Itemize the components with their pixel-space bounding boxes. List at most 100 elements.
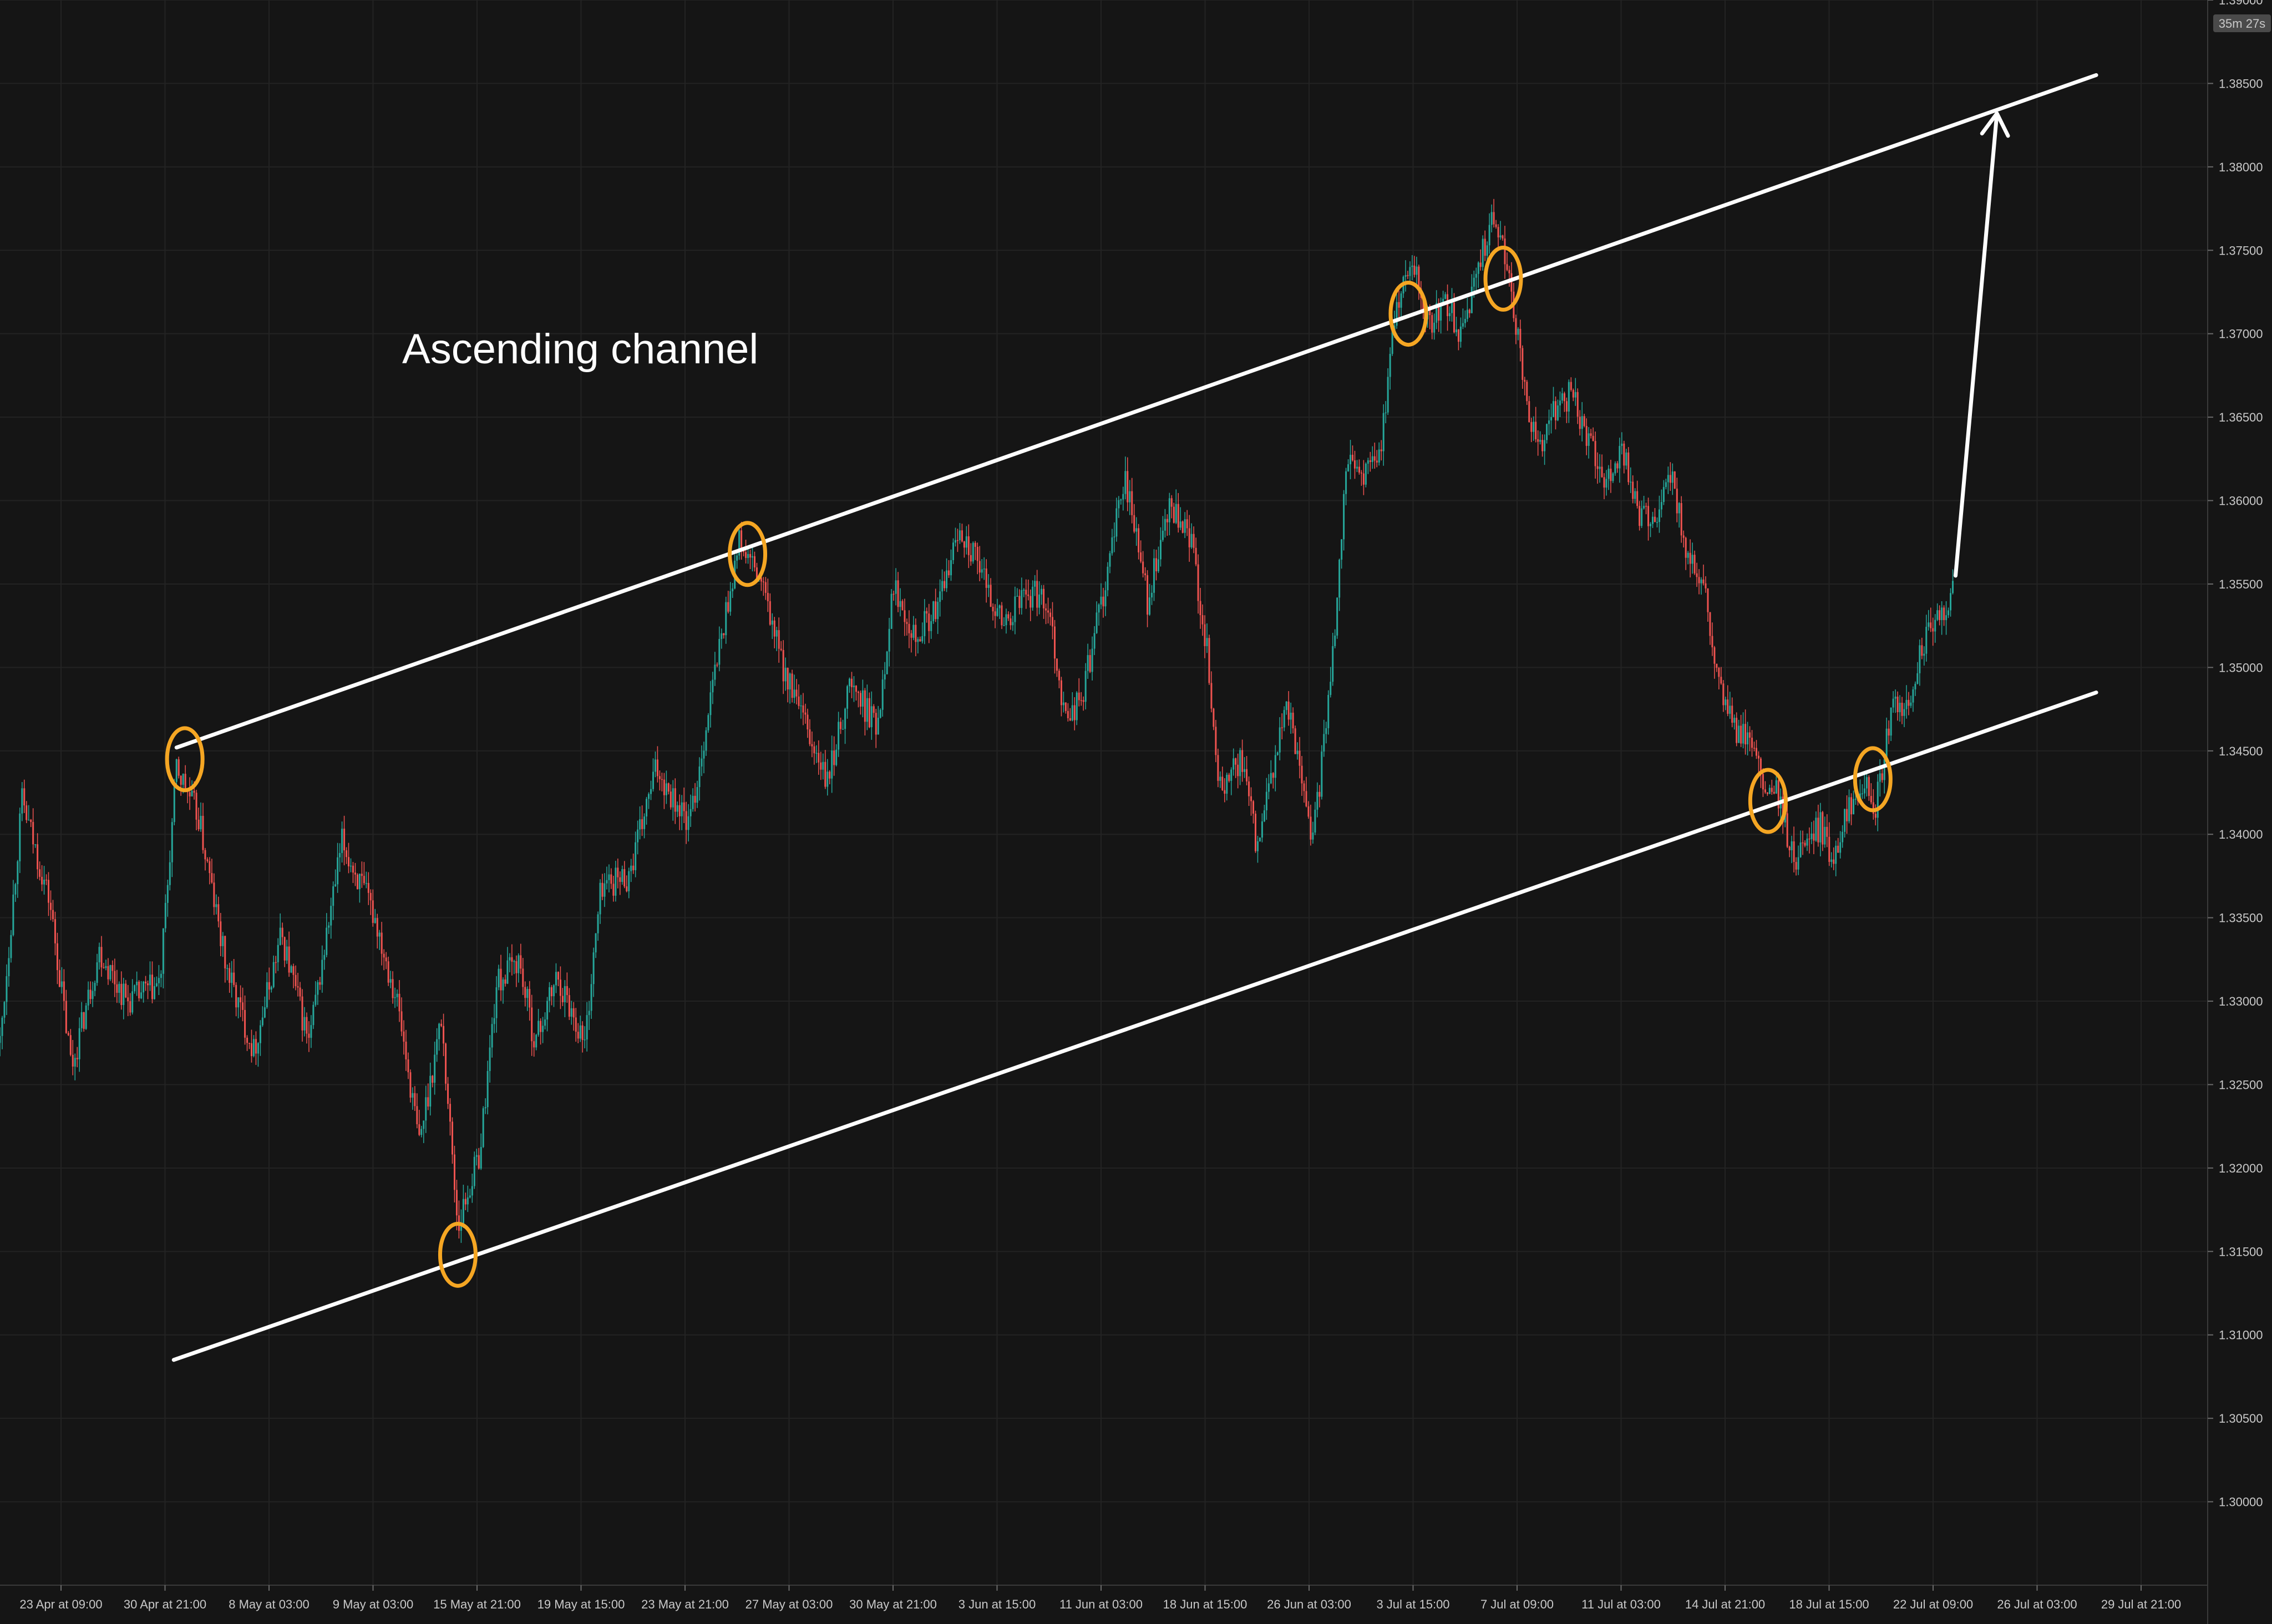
candle-body — [714, 664, 716, 680]
candle-body — [1416, 266, 1418, 275]
candle-body — [1755, 748, 1757, 756]
candle-body — [486, 1070, 489, 1108]
candle-body — [1142, 561, 1144, 574]
candle-body — [1579, 417, 1581, 429]
candle-body — [961, 530, 963, 542]
candle-body — [974, 542, 976, 547]
candle-body — [586, 1015, 588, 1040]
candle-body — [661, 779, 663, 780]
candle-body — [1707, 588, 1709, 612]
candle-body — [1502, 235, 1504, 239]
candle-body — [1493, 212, 1495, 225]
candle-body — [434, 1054, 436, 1083]
candle-body — [1590, 433, 1592, 436]
candle-body — [531, 1007, 533, 1042]
candle-body — [1102, 596, 1104, 607]
candle-body — [1312, 832, 1314, 840]
candle-body — [1751, 738, 1753, 748]
candle-body — [904, 610, 906, 622]
time-tick-label: 9 May at 03:00 — [333, 1597, 414, 1611]
candle-body — [423, 1120, 425, 1129]
candle-body — [1155, 558, 1157, 571]
candle-body — [56, 943, 58, 971]
candle-body — [1660, 502, 1662, 510]
price-tick-label: 1.30500 — [2219, 1412, 2263, 1425]
candle-body — [166, 885, 169, 903]
candle-body — [632, 865, 635, 870]
candle-body — [897, 580, 899, 607]
candle-body — [564, 986, 566, 1002]
candle-body — [1828, 836, 1830, 862]
candle-body — [69, 1035, 72, 1055]
time-tick-label: 3 Jul at 15:00 — [1376, 1597, 1449, 1611]
candle-body — [619, 877, 621, 882]
candle-body — [723, 633, 725, 636]
candle-body — [1892, 698, 1894, 708]
candle-body — [831, 750, 833, 779]
candle-body — [138, 982, 140, 998]
candle-body — [958, 530, 961, 540]
candle-body — [136, 982, 138, 986]
candle-body — [1373, 456, 1376, 461]
candle-body — [1159, 540, 1162, 560]
candle-body — [1698, 577, 1700, 583]
candle-body — [1693, 555, 1696, 574]
candle-body — [125, 983, 127, 998]
candle-body — [498, 968, 500, 988]
time-axis[interactable]: 23 Apr at 09:00 30 Apr at 21:00 8 May at 0… — [0, 1585, 2208, 1611]
candle-body — [1010, 618, 1012, 626]
candle-body — [601, 882, 604, 897]
candle-body — [1404, 275, 1407, 277]
candle-body — [1671, 471, 1673, 483]
candle-body — [1526, 382, 1528, 402]
channel-upper-line[interactable] — [174, 73, 2098, 750]
candle-body — [1899, 703, 1901, 713]
candle-body — [1462, 323, 1464, 327]
candle-body — [1643, 506, 1645, 509]
candle-body — [1680, 503, 1682, 536]
time-tick-label: 23 May at 21:00 — [641, 1597, 729, 1611]
price-chart[interactable]: Ascending channel 1.300001.305001.310001… — [0, 0, 2272, 1624]
candle-body — [1923, 653, 1925, 656]
candle-body — [1041, 588, 1043, 595]
candle-body — [105, 966, 107, 968]
candle-body — [615, 867, 617, 896]
candle-body — [392, 979, 394, 998]
candle-body — [884, 674, 886, 680]
candle-body — [1032, 586, 1034, 608]
candle-body — [689, 809, 692, 816]
candle-body — [1118, 500, 1120, 509]
candle-body — [1581, 416, 1583, 429]
candle-body — [1865, 777, 1868, 789]
time-tick-label: 3 Jun at 15:00 — [958, 1597, 1036, 1611]
candle-body — [116, 984, 118, 993]
candle-body — [30, 819, 32, 823]
candle-body — [1367, 460, 1369, 464]
candle-body — [1107, 566, 1109, 591]
price-tick-label: 1.34000 — [2219, 828, 2263, 841]
candle-body — [1795, 862, 1797, 870]
candle-body — [229, 968, 231, 983]
candle-body — [1797, 857, 1799, 870]
candle-body — [1625, 452, 1627, 466]
candle-body — [1563, 393, 1565, 402]
candle-body — [1113, 536, 1115, 537]
price-axis[interactable]: 1.30000 1.30500 1.31000 1.31500 1.32000 1.325… — [2207, 0, 2263, 1624]
time-tick-label: 15 May at 21:00 — [433, 1597, 521, 1611]
candle-body — [727, 602, 729, 612]
candle-body — [1398, 302, 1400, 308]
channel-lower-line[interactable] — [171, 690, 2098, 1362]
candle-body — [579, 1025, 581, 1039]
candle-body — [1912, 689, 1914, 703]
candle-body — [1453, 302, 1456, 333]
candle-body — [301, 996, 303, 1031]
candle-body — [846, 686, 849, 709]
candle-body — [520, 955, 522, 969]
candle-body — [1689, 552, 1691, 564]
candle-body — [1380, 449, 1382, 451]
candle-body — [1127, 471, 1129, 503]
candle-body — [1261, 821, 1263, 838]
candle-body — [705, 730, 707, 751]
candle-body — [952, 542, 954, 560]
candle-body — [328, 925, 330, 928]
